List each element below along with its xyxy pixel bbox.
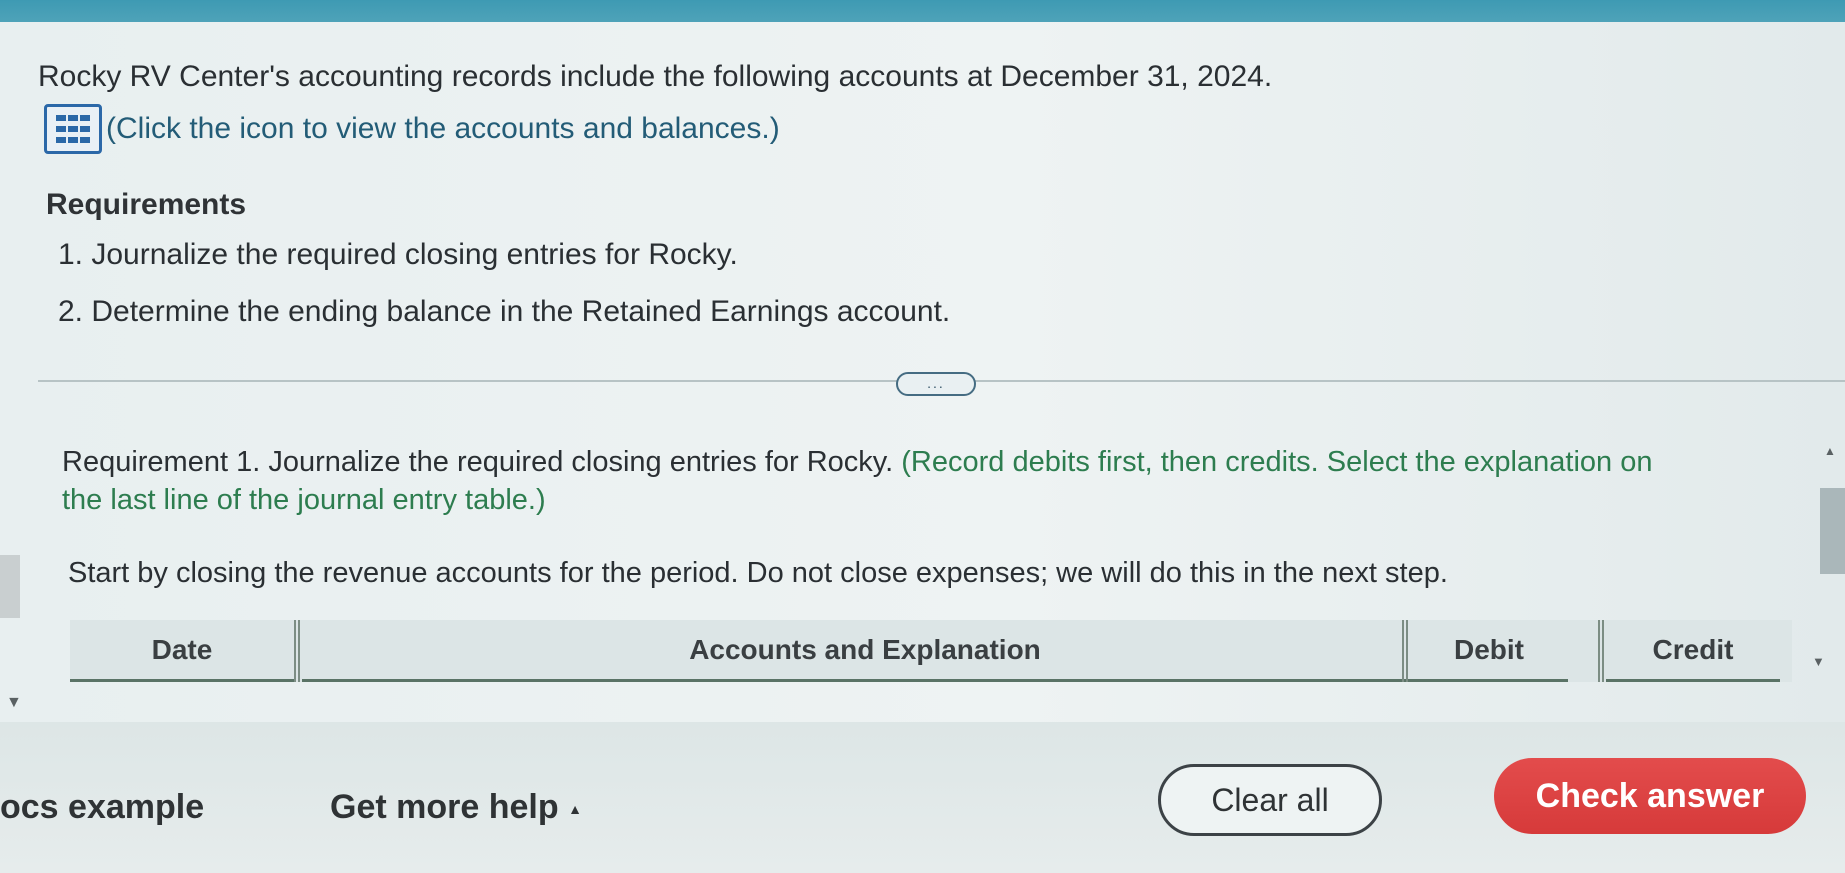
check-answer-button[interactable]: Check answer	[1494, 758, 1806, 834]
clear-all-button[interactable]: Clear all	[1158, 764, 1382, 836]
requirement-item-2: 2. Determine the ending balance in the R…	[58, 295, 951, 328]
requirement-1-lead: Requirement 1.	[62, 446, 261, 478]
data-table-icon[interactable]	[44, 104, 102, 154]
get-more-help-button[interactable]: Get more help ▲	[330, 788, 582, 827]
scrollbar-thumb[interactable]	[1820, 488, 1845, 574]
icon-caption: (Click the icon to view the accounts and…	[106, 112, 780, 145]
column-header-date: Date	[70, 620, 294, 682]
journal-entry-table-header: Date Accounts and Explanation Debit Cred…	[70, 620, 1792, 682]
column-header-debit: Debit	[1410, 620, 1568, 682]
column-separator	[294, 620, 300, 682]
column-header-credit: Credit	[1606, 620, 1780, 682]
scroll-down-icon[interactable]: ▼	[1812, 654, 1825, 669]
column-header-accounts: Accounts and Explanation	[302, 620, 1428, 682]
column-separator	[1598, 620, 1604, 682]
requirement-1-text: Journalize the required closing entries …	[260, 446, 894, 478]
start-instruction: Start by closing the revenue accounts fo…	[68, 557, 1448, 589]
requirement-1-prompt: Requirement 1. Journalize the required c…	[62, 443, 1662, 519]
expand-more-button[interactable]: ...	[896, 372, 976, 396]
get-more-help-label: Get more help	[330, 788, 559, 826]
caret-up-icon: ▲	[568, 801, 582, 818]
accounts-link-row: (Click the icon to view the accounts and…	[44, 104, 780, 154]
requirement-item-1: 1. Journalize the required closing entri…	[58, 238, 738, 271]
caret-down-icon[interactable]: ▼	[6, 694, 22, 712]
intro-text: Rocky RV Center's accounting records inc…	[38, 60, 1273, 93]
requirements-list: 1. Journalize the required closing entri…	[58, 238, 950, 352]
grid-glyph	[56, 115, 90, 143]
requirements-heading: Requirements	[46, 188, 247, 221]
column-separator	[1402, 620, 1408, 682]
docs-example-link[interactable]: ocs example	[0, 788, 204, 827]
scroll-up-icon[interactable]: ▲	[1824, 444, 1836, 458]
left-panel-tab[interactable]	[0, 555, 20, 618]
